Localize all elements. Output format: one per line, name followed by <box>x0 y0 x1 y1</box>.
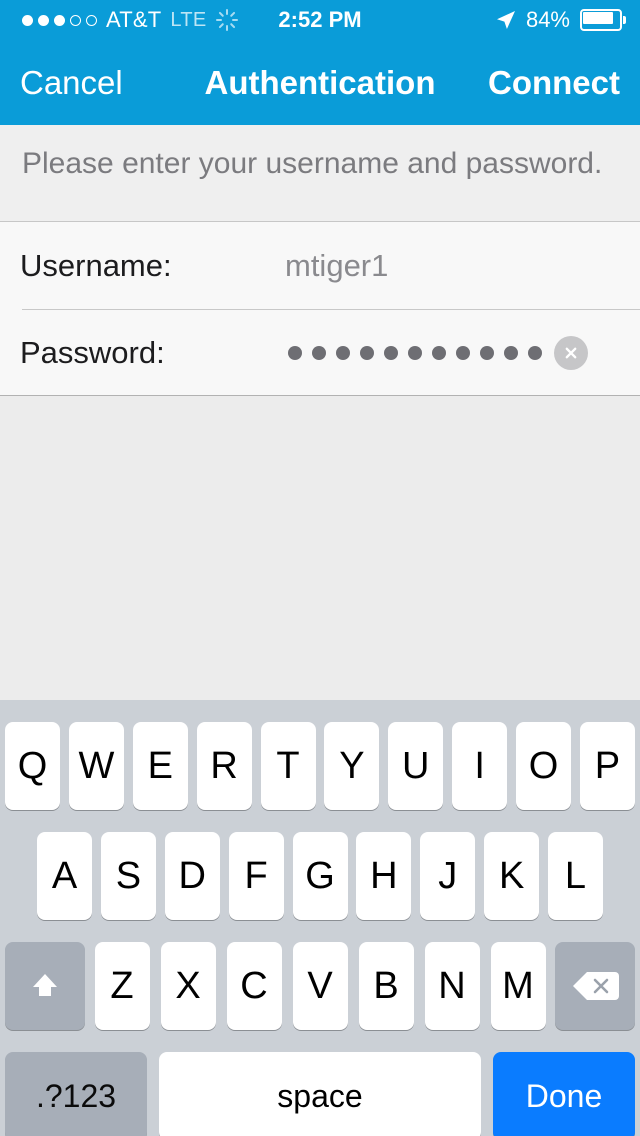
password-masked-dot <box>336 345 350 360</box>
key-p[interactable]: P <box>579 722 635 810</box>
key-u[interactable]: U <box>388 722 444 810</box>
keyboard-row-1: QWERTYUIOP <box>0 722 640 810</box>
location-arrow-icon <box>496 11 515 29</box>
key-x[interactable]: X <box>160 942 216 1030</box>
password-masked-dot <box>312 345 326 360</box>
keyboard-row-3-letters: ZXCVBNM <box>94 942 546 1030</box>
onscreen-keyboard: QWERTYUIOP ASDFGHJKL ZXCVBNM .?123 space… <box>0 700 640 1136</box>
shift-arrow-icon <box>33 974 57 996</box>
phone-screen: AT&T LTE 2:52 PM 84% Cancel Authenticati… <box>0 0 640 1136</box>
key-k[interactable]: K <box>484 832 540 920</box>
key-y[interactable]: Y <box>324 722 380 810</box>
instruction-text: Please enter your username and password. <box>22 147 603 180</box>
key-h[interactable]: H <box>356 832 412 920</box>
key-i[interactable]: I <box>452 722 508 810</box>
password-masked-dot <box>360 345 374 360</box>
key-g[interactable]: G <box>292 832 348 920</box>
key-b[interactable]: B <box>358 942 414 1030</box>
password-masked-dot <box>480 345 494 360</box>
password-masked-dot <box>456 345 470 360</box>
key-n[interactable]: N <box>424 942 480 1030</box>
key-r[interactable]: R <box>196 722 252 810</box>
key-o[interactable]: O <box>516 722 571 810</box>
navigation-bar: Cancel Authentication Connect <box>0 40 640 125</box>
password-masked-dot <box>408 345 422 360</box>
status-bar: AT&T LTE 2:52 PM 84% <box>0 0 640 40</box>
password-input[interactable] <box>288 345 542 360</box>
password-masked-dot <box>432 345 446 360</box>
key-f[interactable]: F <box>228 832 284 920</box>
shift-key[interactable] <box>5 942 85 1030</box>
battery-icon <box>580 9 626 31</box>
connect-button[interactable]: Connect <box>488 66 620 99</box>
numeric-mode-key[interactable]: .?123 <box>5 1052 147 1136</box>
key-d[interactable]: D <box>164 832 220 920</box>
key-s[interactable]: S <box>100 832 156 920</box>
username-input[interactable]: mtiger1 <box>285 250 388 281</box>
keyboard-row-2: ASDFGHJKL <box>0 832 640 920</box>
key-w[interactable]: W <box>68 722 124 810</box>
key-t[interactable]: T <box>260 722 316 810</box>
password-row[interactable]: Password: <box>0 309 640 396</box>
key-q[interactable]: Q <box>5 722 60 810</box>
clear-circle-x-icon[interactable] <box>554 335 588 370</box>
password-masked-dot <box>384 345 398 360</box>
key-v[interactable]: V <box>292 942 348 1030</box>
done-key[interactable]: Done <box>493 1052 635 1136</box>
password-masked-dot <box>504 345 518 360</box>
keyboard-row-3: ZXCVBNM <box>0 942 640 1030</box>
password-masked-dot <box>288 345 302 360</box>
key-j[interactable]: J <box>420 832 476 920</box>
delete-key[interactable] <box>555 942 635 1030</box>
empty-content-area <box>0 396 640 700</box>
username-label: Username: <box>20 248 172 283</box>
status-bar-right: 84% <box>496 0 626 40</box>
space-key[interactable]: space <box>159 1052 481 1136</box>
key-c[interactable]: C <box>226 942 282 1030</box>
username-row[interactable]: Username: mtiger1 <box>0 222 640 309</box>
instruction-banner: Please enter your username and password. <box>0 125 640 222</box>
backspace-delete-icon <box>573 972 619 1000</box>
key-e[interactable]: E <box>132 722 188 810</box>
battery-percent-label: 84% <box>525 7 570 32</box>
key-l[interactable]: L <box>548 832 603 920</box>
credentials-form: Username: mtiger1 Password: <box>0 222 640 396</box>
keyboard-row-4: .?123 space Done <box>0 1052 640 1136</box>
key-z[interactable]: Z <box>94 942 150 1030</box>
password-label: Password: <box>20 335 165 370</box>
password-masked-dot <box>528 345 542 360</box>
key-m[interactable]: M <box>490 942 546 1030</box>
key-a[interactable]: A <box>37 832 92 920</box>
